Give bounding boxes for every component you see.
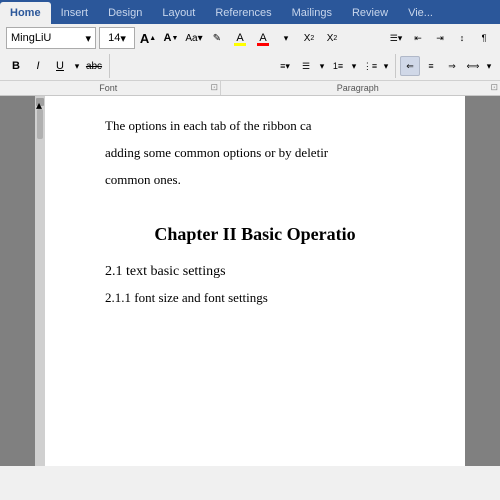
tab-review[interactable]: Review: [342, 2, 398, 24]
ribbon: Home Insert Design Layout References Mai…: [0, 0, 500, 24]
font-name-dropdown[interactable]: MingLiU ▾: [6, 27, 96, 49]
font-size-dropdown[interactable]: 14 ▾: [99, 27, 135, 49]
indent-increase-button[interactable]: ⇥: [430, 28, 450, 48]
paragraph-spacing-button[interactable]: ☰▾: [386, 28, 406, 48]
decrease-font-button[interactable]: A ▼: [161, 28, 181, 48]
chapter-heading: Chapter II Basic Operatio: [105, 220, 405, 249]
show-para-button[interactable]: ¶: [474, 28, 494, 48]
tab-design[interactable]: Design: [98, 2, 152, 24]
clear-formatting-button[interactable]: ✎: [207, 28, 227, 48]
toolbar-row1: MingLiU ▾ 14 ▾ A ▲ A ▼ Aa▾ ✎ A A ▾ X2: [0, 24, 500, 52]
justify-button[interactable]: ⟺: [463, 56, 483, 76]
subscript-button[interactable]: X2: [299, 28, 319, 48]
document-area: ▴ The options in each tab of the ribbon …: [0, 96, 500, 466]
scrollbar-thumb[interactable]: [37, 109, 43, 139]
scroll-up-button[interactable]: ▴: [36, 98, 44, 106]
toolbar-area: MingLiU ▾ 14 ▾ A ▲ A ▼ Aa▾ ✎ A A ▾ X2: [0, 24, 500, 96]
bullets-dropdown[interactable]: ▾: [317, 56, 327, 76]
tab-view[interactable]: Vie...: [398, 2, 443, 24]
font-color-arrow[interactable]: ▾: [276, 28, 296, 48]
underline-dropdown[interactable]: ▾: [72, 56, 82, 76]
justify-dropdown[interactable]: ▾: [484, 56, 494, 76]
multilevel-button[interactable]: ⋮≡: [360, 56, 380, 76]
body-text-line2: adding some common options or by deletir: [105, 143, 405, 164]
font-section-expand[interactable]: ⊡: [210, 82, 218, 93]
tab-home[interactable]: Home: [0, 2, 51, 24]
indent-decrease-button[interactable]: ⇤: [408, 28, 428, 48]
highlight-color-button[interactable]: A: [230, 28, 250, 48]
font-size-value: 14: [108, 32, 120, 44]
font-color-button[interactable]: A: [253, 28, 273, 48]
underline-button[interactable]: U: [50, 56, 70, 76]
divider2: [395, 54, 396, 78]
paragraph-section-label: Paragraph: [225, 83, 490, 93]
italic-button[interactable]: I: [28, 56, 48, 76]
tab-mailings[interactable]: Mailings: [282, 2, 342, 24]
line-spacing-button[interactable]: ≡▾: [275, 56, 295, 76]
sort-button[interactable]: ↕: [452, 28, 472, 48]
align-center-button[interactable]: ≡: [421, 56, 441, 76]
bullets-button[interactable]: ☰: [296, 56, 316, 76]
font-size-arrow: ▾: [120, 32, 126, 45]
paragraph-section-expand[interactable]: ⊡: [490, 82, 498, 93]
font-name-value: MingLiU: [11, 32, 51, 44]
font-section-label: Font: [6, 83, 210, 93]
body-text-line3: common ones.: [105, 170, 405, 191]
body-text-line1: The options in each tab of the ribbon ca: [105, 116, 405, 137]
page-content: The options in each tab of the ribbon ca…: [45, 96, 465, 466]
numbering-dropdown[interactable]: ▾: [349, 56, 359, 76]
tab-references[interactable]: References: [205, 2, 281, 24]
superscript-button[interactable]: X2: [322, 28, 342, 48]
strikethrough-button[interactable]: abc: [84, 56, 104, 76]
align-left-button[interactable]: ⇐: [400, 56, 420, 76]
toolbar-row2: B I U ▾ abc ≡▾ ☰ ▾ 1≡ ▾ ⋮≡ ▾ ⇐ ≡: [0, 52, 500, 80]
divider1: [109, 54, 110, 78]
change-case-button[interactable]: Aa▾: [184, 28, 204, 48]
tab-bar: Home Insert Design Layout References Mai…: [0, 0, 500, 24]
font-name-arrow: ▾: [85, 32, 91, 45]
multilevel-dropdown[interactable]: ▾: [381, 56, 391, 76]
numbering-button[interactable]: 1≡: [328, 56, 348, 76]
section1-heading: 2.1 text basic settings: [105, 261, 405, 283]
increase-font-button[interactable]: A ▲: [138, 28, 158, 48]
tab-insert[interactable]: Insert: [51, 2, 99, 24]
tab-layout[interactable]: Layout: [152, 2, 205, 24]
section2-heading: 2.1.1 font size and font settings: [105, 288, 405, 309]
bold-button[interactable]: B: [6, 56, 26, 76]
align-right-button[interactable]: ⇒: [442, 56, 462, 76]
